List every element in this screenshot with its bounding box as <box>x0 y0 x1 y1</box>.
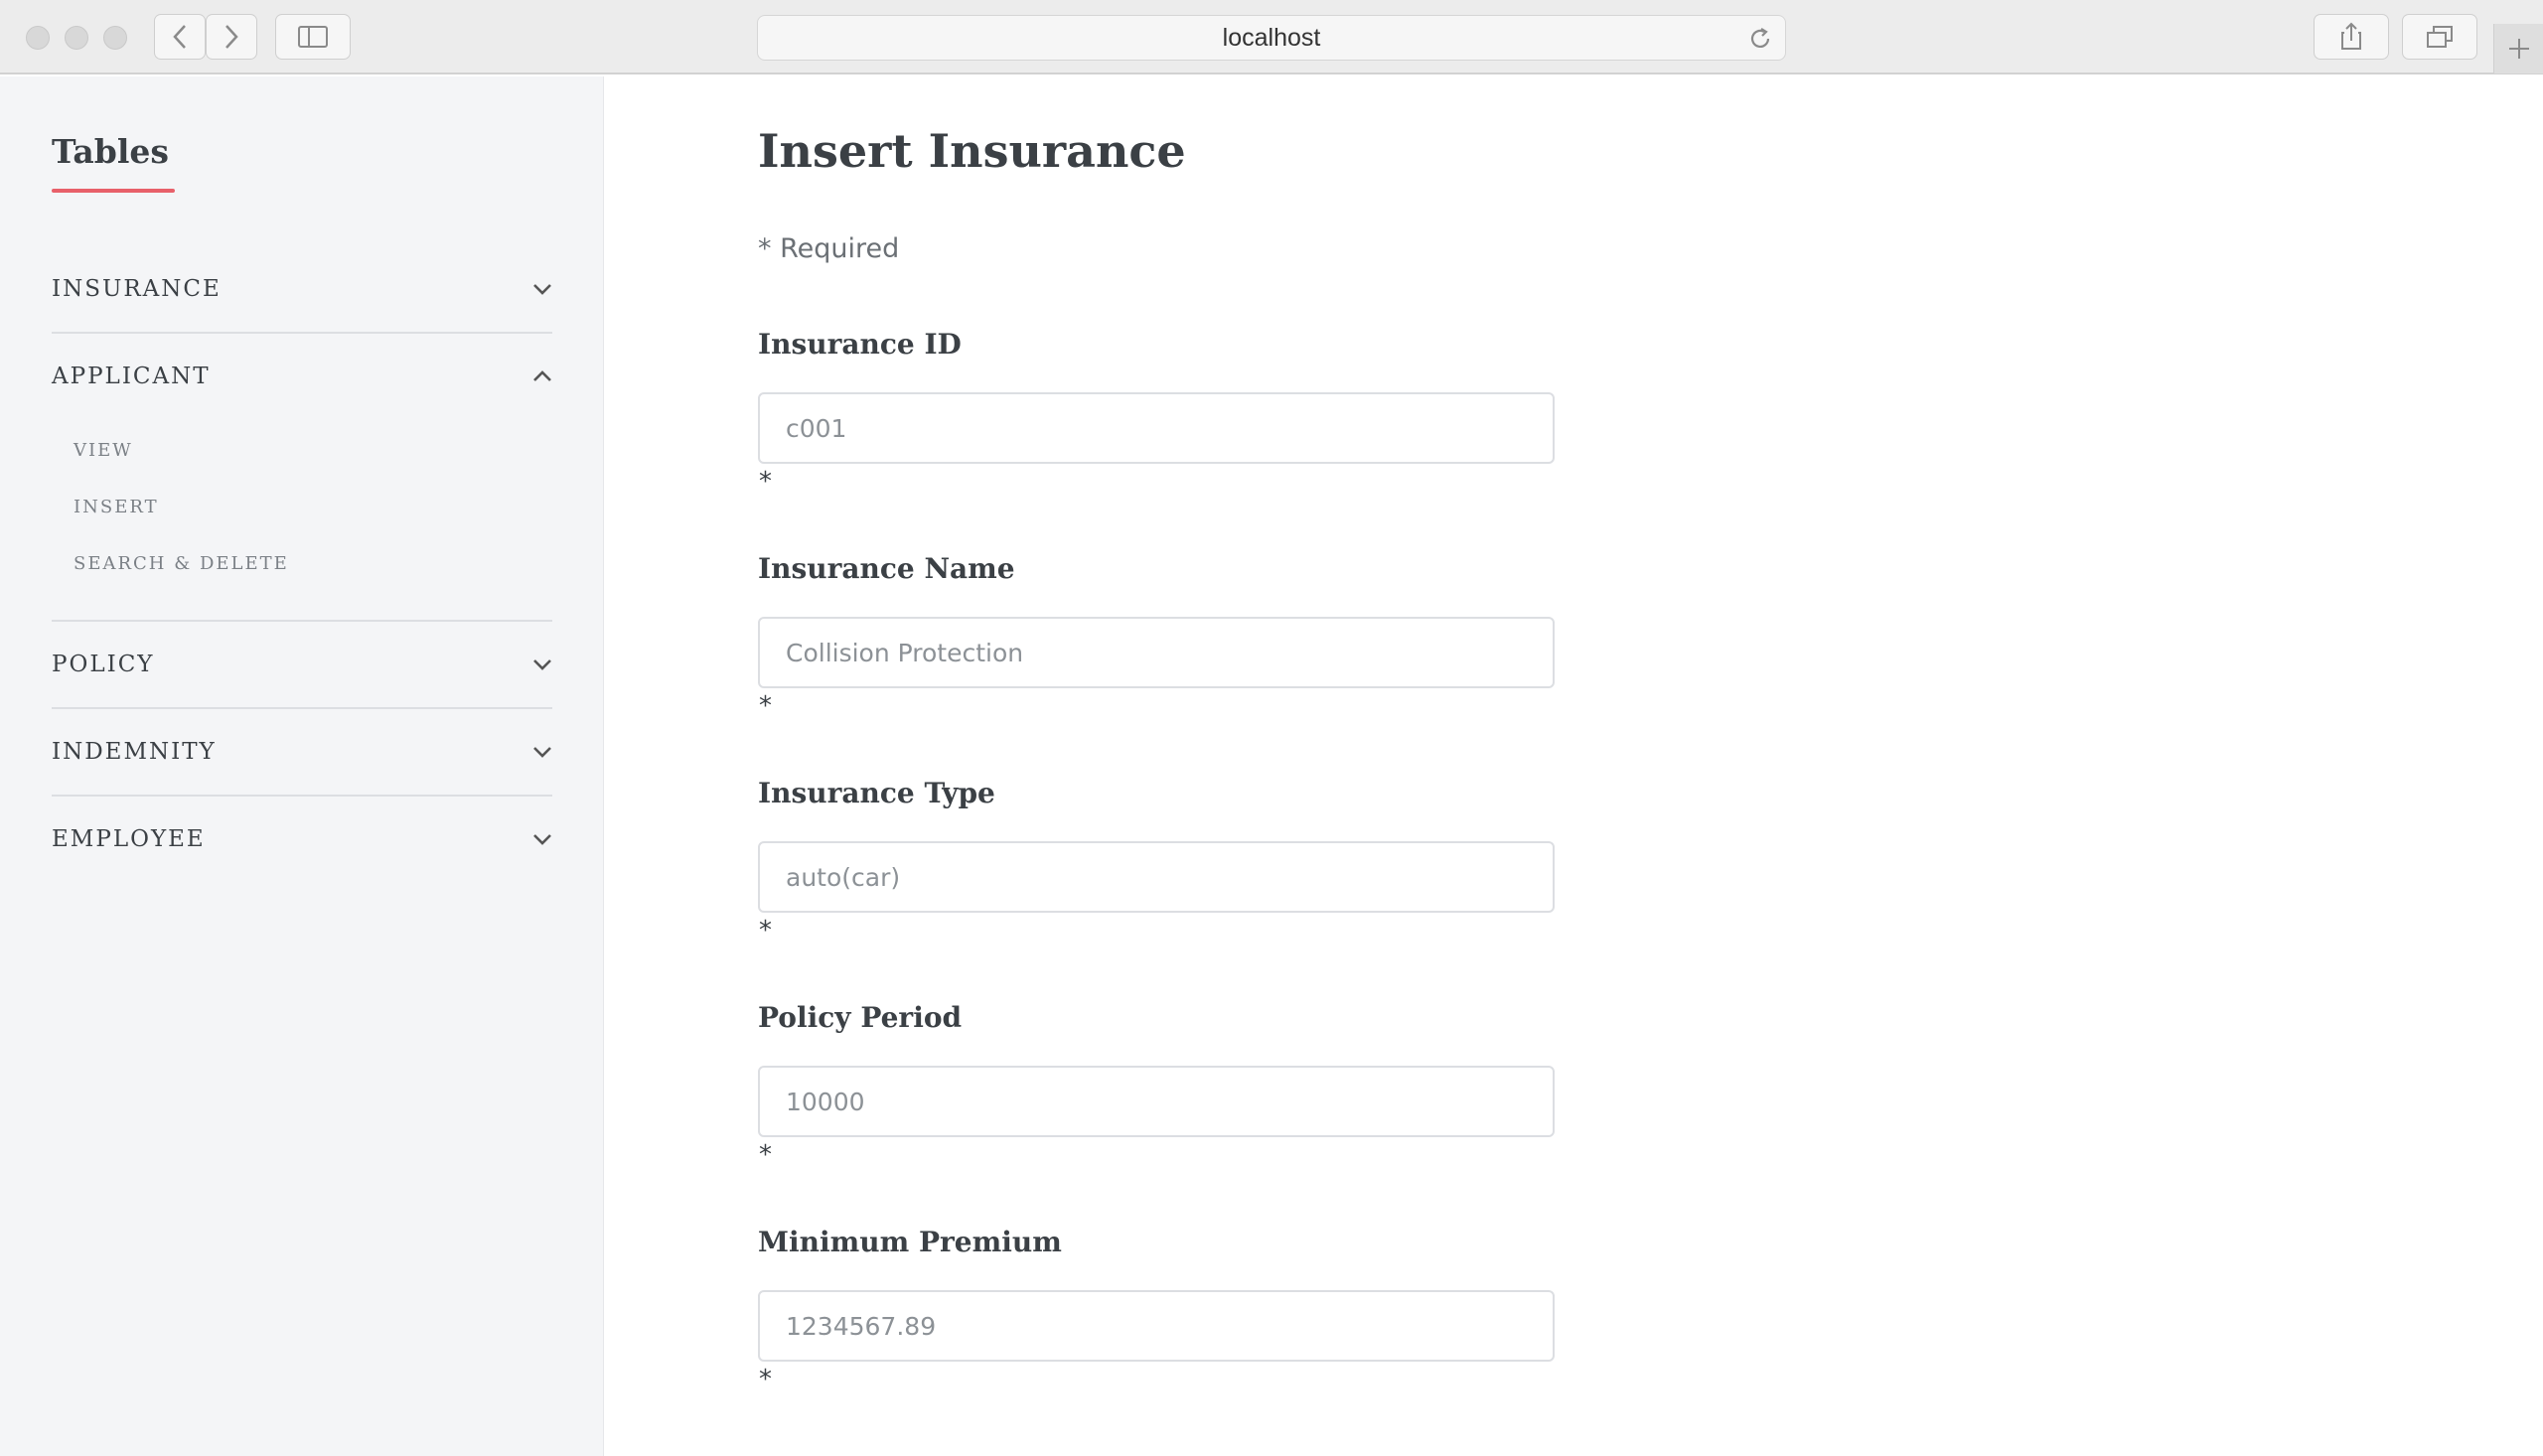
chevron-down-icon <box>533 834 551 845</box>
sidebar-section-label: EMPLOYEE <box>52 826 206 852</box>
sidebar-item-insert[interactable]: INSERT <box>74 497 159 517</box>
sidebar-section-employee: EMPLOYEE <box>52 796 552 883</box>
insurance-type-label: Insurance Type <box>758 777 995 809</box>
policy-period-input[interactable] <box>758 1066 1555 1137</box>
sidebar-toggle-button[interactable] <box>275 14 351 60</box>
forward-button[interactable] <box>206 14 257 60</box>
back-button[interactable] <box>154 14 206 60</box>
sidebar-title: Tables <box>52 132 169 171</box>
sidebar-section-indemnity-toggle[interactable]: INDEMNITY <box>52 708 552 796</box>
required-marker: * <box>759 691 772 721</box>
tabs-icon <box>2427 26 2453 48</box>
tabs-overview-button[interactable] <box>2402 14 2477 60</box>
close-window-button[interactable] <box>26 26 50 50</box>
sidebar-section-indemnity: INDEMNITY <box>52 708 552 796</box>
minimum-premium-input[interactable] <box>758 1290 1555 1362</box>
insurance-type-input[interactable] <box>758 841 1555 913</box>
required-marker: * <box>759 1365 772 1394</box>
sidebar-section-applicant: APPLICANT VIEW INSERT SEARCH & DELETE <box>52 333 552 574</box>
sidebar-section-label: INSURANCE <box>52 276 222 302</box>
sidebar-icon <box>298 26 328 48</box>
plus-icon <box>2508 39 2529 59</box>
insurance-id-label: Insurance ID <box>758 328 962 361</box>
share-icon <box>2341 22 2361 50</box>
insurance-name-input[interactable] <box>758 617 1555 688</box>
sidebar-title-underline <box>52 189 175 193</box>
sidebar-section-insurance-toggle[interactable]: INSURANCE <box>52 245 552 333</box>
insurance-id-input[interactable] <box>758 392 1555 464</box>
minimize-window-button[interactable] <box>65 26 88 50</box>
sidebar-section-employee-toggle[interactable]: EMPLOYEE <box>52 796 552 883</box>
page-title: Insert Insurance <box>758 124 1186 178</box>
sidebar-section-label: POLICY <box>52 652 155 677</box>
required-note: * Required <box>758 233 900 264</box>
sidebar-item-view[interactable]: VIEW <box>74 440 133 461</box>
share-button[interactable] <box>2314 14 2389 60</box>
required-marker: * <box>759 916 772 946</box>
chevron-left-icon <box>173 25 186 49</box>
sidebar-section-applicant-toggle[interactable]: APPLICANT <box>52 333 552 420</box>
main-content: Insert Insurance * Required Insurance ID… <box>605 76 2543 1456</box>
chevron-right-icon <box>225 25 238 49</box>
required-marker: * <box>759 1140 772 1170</box>
url-text: localhost <box>1222 23 1321 52</box>
chevron-down-icon <box>533 659 551 670</box>
new-tab-button[interactable] <box>2493 24 2543 73</box>
address-bar[interactable]: localhost <box>757 15 1786 61</box>
sidebar-section-label: INDEMNITY <box>52 739 217 765</box>
sidebar-section-insurance: INSURANCE <box>52 245 552 333</box>
sidebar-item-search-delete[interactable]: SEARCH & DELETE <box>74 553 289 574</box>
insurance-name-label: Insurance Name <box>758 552 1015 585</box>
browser-toolbar: localhost <box>0 0 2543 74</box>
minimum-premium-label: Minimum Premium <box>758 1226 1062 1258</box>
chevron-up-icon <box>533 370 551 381</box>
zoom-window-button[interactable] <box>103 26 127 50</box>
chevron-down-icon <box>533 284 551 295</box>
reload-icon[interactable] <box>1747 26 1773 57</box>
sidebar-section-label: APPLICANT <box>52 364 211 389</box>
policy-period-label: Policy Period <box>758 1001 963 1034</box>
required-marker: * <box>759 467 772 497</box>
sidebar-section-policy-toggle[interactable]: POLICY <box>52 621 552 708</box>
sidebar-section-policy: POLICY <box>52 621 552 708</box>
sidebar: Tables INSURANCE APPLICANT VIEW INSERT S… <box>0 76 604 1456</box>
chevron-down-icon <box>533 747 551 758</box>
